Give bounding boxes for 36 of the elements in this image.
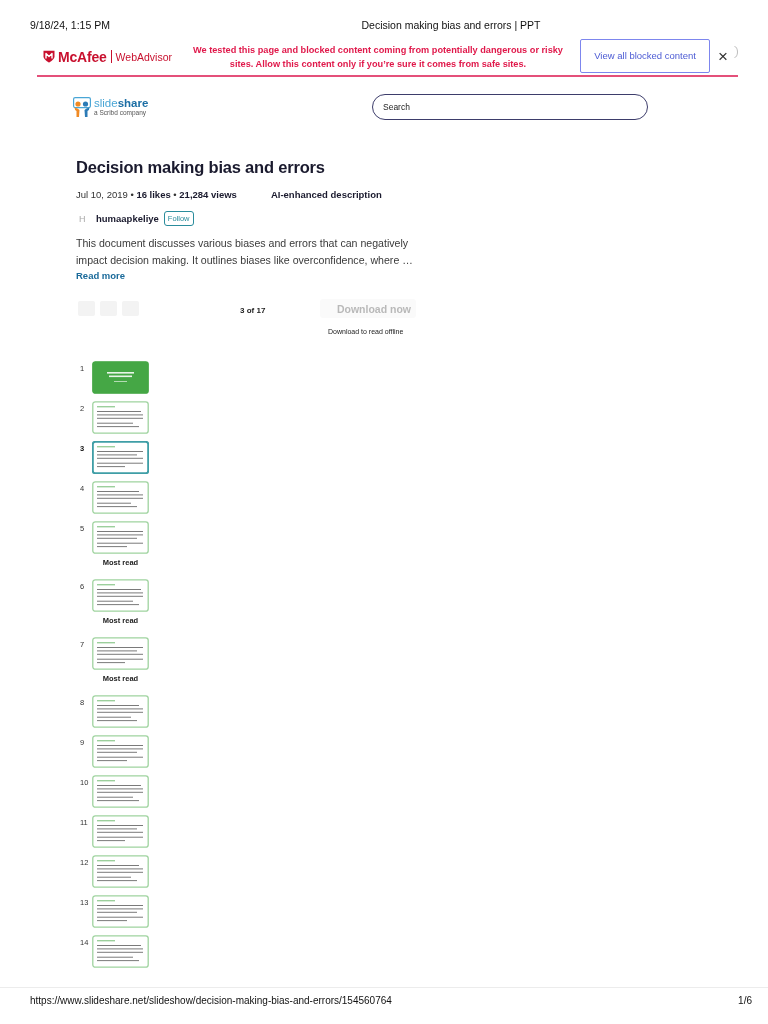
slide-thumbnail[interactable] xyxy=(92,735,149,768)
slide-thumbnail[interactable] xyxy=(92,441,149,474)
people-figure-icon xyxy=(73,96,91,118)
slide-thumbnail[interactable] xyxy=(92,637,149,670)
author-initial: H xyxy=(79,213,87,224)
slide-thumbnail[interactable] xyxy=(92,521,149,554)
close-button[interactable]: × xyxy=(718,48,728,65)
slide-thumbnail[interactable] xyxy=(92,775,149,808)
page-url: https://www.slideshare.net/slideshow/decision-making-bias-and-errors/154560764 xyxy=(30,995,392,1007)
slide-thumbnail[interactable] xyxy=(92,855,149,888)
document-meta: Jul 10, 2019 • 16 likes • 21,284 views xyxy=(76,188,237,200)
logo-wordmark: slideshare xyxy=(94,97,149,109)
read-more-link[interactable]: Read more xyxy=(76,269,126,282)
product-name: WebAdvisor xyxy=(115,50,172,63)
page-indicator: 3 of 17 xyxy=(240,306,266,315)
author-name[interactable]: humaapkeliye xyxy=(96,213,159,224)
brand-name: McAfee xyxy=(58,48,107,65)
slide-thumbnail[interactable] xyxy=(92,895,149,928)
print-date-time: 9/18/24, 1:15 PM xyxy=(30,19,110,33)
document-title: Decision making bias and errors xyxy=(76,157,325,178)
slide-thumbnail[interactable] xyxy=(92,481,149,514)
page-number: 1/6 xyxy=(738,995,752,1007)
document-description: This document discusses various biases and errors that can negatively impact decision making. It outlines biases like overconfidence, where … xyxy=(76,236,414,268)
slide-thumbnail[interactable] xyxy=(92,401,149,434)
warning-message: We tested this page and blocked content coming from potentially dangerous or risky sites. Allow this content only if you’re sure it comes from safe sites. xyxy=(192,43,564,71)
slide-thumbnail[interactable] xyxy=(92,695,149,728)
slide-thumbnail[interactable] xyxy=(92,935,149,968)
view-blocked-button[interactable]: View all blocked content xyxy=(580,38,711,73)
arc-icon xyxy=(734,45,738,58)
print-page-title: Decision making bias and errors | PPT xyxy=(361,19,541,31)
slide-thumbnail[interactable] xyxy=(92,815,149,848)
slide-thumbnail[interactable] xyxy=(92,361,149,394)
shield-icon xyxy=(43,50,55,63)
search-field[interactable]: Search xyxy=(372,94,648,120)
slide-thumbnail[interactable] xyxy=(92,579,149,612)
ai-description-label: AI-enhanced description xyxy=(270,188,382,200)
